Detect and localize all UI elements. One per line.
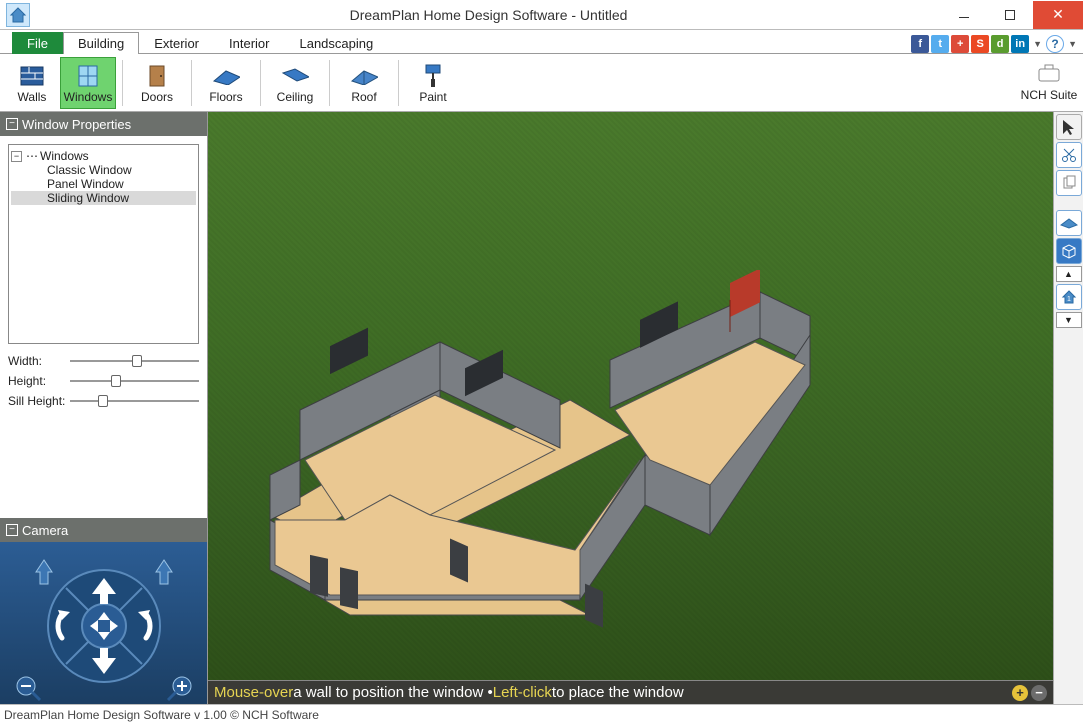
tree-item-sliding-window[interactable]: Sliding Window — [11, 191, 196, 205]
ribbon-label: Doors — [141, 90, 173, 104]
ribbon-doors[interactable]: Doors — [129, 57, 185, 109]
linkedin-icon[interactable]: in — [1011, 35, 1029, 53]
tab-landscaping[interactable]: Landscaping — [284, 32, 388, 54]
window-title: DreamPlan Home Design Software - Untitle… — [36, 7, 941, 23]
nch-suite-button[interactable]: NCH Suite — [1019, 57, 1079, 109]
paint-icon — [419, 62, 447, 90]
ribbon-label: Windows — [64, 90, 113, 104]
status-bar: DreamPlan Home Design Software v 1.00 © … — [0, 704, 1083, 724]
facebook-icon[interactable]: f — [911, 35, 929, 53]
viewport-3d[interactable] — [208, 112, 1053, 680]
right-toolrail: ▲ 1 ▼ — [1053, 112, 1083, 704]
width-label: Width: — [8, 354, 70, 368]
tab-interior[interactable]: Interior — [214, 32, 284, 54]
tab-building[interactable]: Building — [63, 32, 139, 54]
camera-up-right[interactable] — [156, 560, 172, 584]
stumbleupon-icon[interactable]: S — [971, 35, 989, 53]
close-button[interactable]: ✕ — [1033, 1, 1083, 29]
ribbon-label: Roof — [351, 90, 376, 104]
ribbon-label: Ceiling — [277, 90, 314, 104]
roof-icon — [350, 62, 378, 90]
selection-tool[interactable] — [1056, 114, 1082, 140]
ribbon-windows[interactable]: Windows — [60, 57, 116, 109]
tree-root[interactable]: − ⋯ Windows — [11, 149, 196, 163]
zoom-in-icon[interactable]: + — [1012, 685, 1028, 701]
hint-text-1: a wall to position the window • — [293, 684, 493, 701]
doors-icon — [143, 62, 171, 90]
ribbon-toolbar: Walls Windows Doors Floors Ceiling Roof — [0, 54, 1083, 112]
ribbon-paint[interactable]: Paint — [405, 57, 461, 109]
suite-icon — [1036, 63, 1062, 88]
camera-zoom-out[interactable] — [17, 677, 40, 700]
camera-panel: − Camera — [0, 518, 207, 704]
windows-icon — [74, 62, 102, 90]
help-dropdown[interactable]: ▼ — [1066, 39, 1079, 49]
hint-bar: Mouse-over a wall to position the window… — [208, 680, 1053, 704]
floor-view-tool[interactable] — [1056, 210, 1082, 236]
camera-panel-title: − Camera — [0, 518, 207, 542]
floor-indicator[interactable]: 1 — [1056, 284, 1082, 310]
status-text: DreamPlan Home Design Software v 1.00 © … — [4, 708, 319, 722]
cut-tool[interactable] — [1056, 142, 1082, 168]
app-icon — [6, 3, 30, 27]
collapse-icon[interactable]: − — [6, 524, 18, 536]
social-dropdown[interactable]: ▼ — [1031, 39, 1044, 49]
zoom-out-icon[interactable]: − — [1031, 685, 1047, 701]
window-tree[interactable]: − ⋯ Windows Classic Window Panel Window … — [8, 144, 199, 344]
ribbon-walls[interactable]: Walls — [4, 57, 60, 109]
width-slider[interactable] — [70, 354, 199, 368]
camera-title-text: Camera — [22, 523, 68, 538]
collapse-icon[interactable]: − — [6, 118, 18, 130]
properties-panel-title: − Window Properties — [0, 112, 207, 136]
camera-controls — [0, 542, 207, 704]
camera-zoom-in[interactable] — [168, 677, 191, 700]
main-tabstrip: File Building Exterior Interior Landscap… — [0, 30, 1083, 54]
copy-tool[interactable] — [1056, 170, 1082, 196]
ribbon-label: Walls — [18, 90, 47, 104]
hint-text-2: to place the window — [552, 684, 684, 701]
height-label: Height: — [8, 374, 70, 388]
tree-collapse-icon[interactable]: − — [11, 151, 22, 162]
ceiling-icon — [281, 62, 309, 90]
floor-up-button[interactable]: ▲ — [1056, 266, 1082, 282]
tab-exterior[interactable]: Exterior — [139, 32, 214, 54]
ribbon-label: Paint — [419, 90, 446, 104]
ribbon-ceiling[interactable]: Ceiling — [267, 57, 323, 109]
svg-text:1: 1 — [1067, 296, 1071, 303]
maximize-button[interactable] — [987, 1, 1033, 29]
tree-root-label: Windows — [40, 149, 89, 163]
sill-height-label: Sill Height: — [8, 394, 70, 408]
google-plus-icon[interactable]: + — [951, 35, 969, 53]
help-icon[interactable]: ? — [1046, 35, 1064, 53]
twitter-icon[interactable]: t — [931, 35, 949, 53]
camera-up-left[interactable] — [36, 560, 52, 584]
titlebar: DreamPlan Home Design Software - Untitle… — [0, 0, 1083, 30]
tab-file[interactable]: File — [12, 32, 63, 54]
height-slider[interactable] — [70, 374, 199, 388]
ribbon-label: Floors — [209, 90, 242, 104]
minimize-button[interactable] — [941, 1, 987, 29]
panel-title-text: Window Properties — [22, 117, 131, 132]
ribbon-roof[interactable]: Roof — [336, 57, 392, 109]
sill-height-slider[interactable] — [70, 394, 199, 408]
ribbon-floors[interactable]: Floors — [198, 57, 254, 109]
3d-view-tool[interactable] — [1056, 238, 1082, 264]
hint-highlight-1: Mouse-over — [214, 684, 293, 701]
digg-icon[interactable]: d — [991, 35, 1009, 53]
hint-highlight-2: Left-click — [493, 684, 552, 701]
floor-down-button[interactable]: ▼ — [1056, 312, 1082, 328]
properties-sidebar: − Window Properties − ⋯ Windows Classic … — [0, 112, 208, 704]
walls-icon — [18, 62, 46, 90]
tree-item-panel-window[interactable]: Panel Window — [11, 177, 196, 191]
tree-item-classic-window[interactable]: Classic Window — [11, 163, 196, 177]
floors-icon — [212, 62, 240, 90]
suite-label: NCH Suite — [1021, 88, 1078, 102]
